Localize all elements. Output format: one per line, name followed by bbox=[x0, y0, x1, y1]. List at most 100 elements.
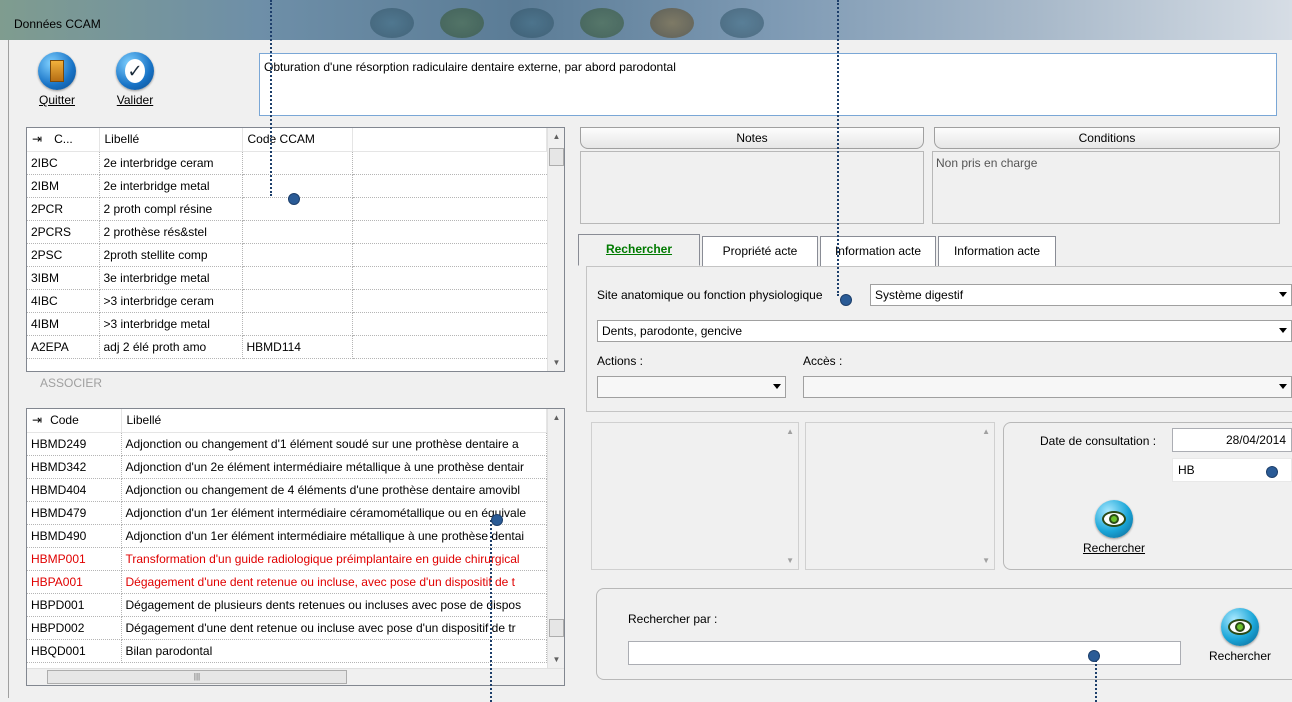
tab-information-acte-2[interactable]: Information acte bbox=[938, 236, 1056, 266]
bottom-grid-scrollbar[interactable]: ▲ ▼ bbox=[547, 409, 564, 668]
site-select-value: Système digestif bbox=[875, 288, 964, 302]
chevron-down-icon[interactable] bbox=[1279, 328, 1287, 333]
table-row[interactable]: 2IBC 2e interbridge ceram bbox=[27, 151, 547, 175]
actions-select[interactable] bbox=[597, 376, 786, 398]
chevron-down-icon[interactable] bbox=[1279, 384, 1287, 389]
scroll-up-icon[interactable]: ▲ bbox=[982, 427, 990, 436]
column-header-ccam[interactable]: Code CCAM bbox=[242, 128, 353, 152]
chevron-down-icon[interactable] bbox=[1279, 292, 1287, 297]
annotation-dot bbox=[288, 193, 300, 205]
scroll-down-icon[interactable]: ▼ bbox=[982, 556, 990, 565]
cell-empty bbox=[352, 151, 547, 175]
scroll-down-icon[interactable]: ▼ bbox=[786, 556, 794, 565]
bottom-grid-hscrollbar[interactable]: ||| bbox=[27, 668, 564, 685]
cell-code: A2EPA bbox=[27, 335, 100, 359]
scroll-up-icon[interactable]: ▲ bbox=[548, 128, 564, 145]
cell-label: 2e interbridge metal bbox=[99, 174, 243, 198]
search-by-button[interactable]: Rechercher bbox=[1198, 608, 1282, 663]
taskbar-blob bbox=[580, 8, 624, 38]
window-title: Données CCAM bbox=[14, 17, 101, 31]
cell-code: HBPD002 bbox=[27, 616, 122, 640]
act-description[interactable]: Obturation d'une résorption radiculaire … bbox=[259, 53, 1277, 116]
search-by-panel bbox=[596, 588, 1292, 680]
column-header-code[interactable]: ⇥ Code bbox=[27, 409, 122, 433]
annotation-line bbox=[837, 0, 839, 296]
scroll-thumb[interactable] bbox=[549, 619, 564, 637]
actions-label: Actions : bbox=[597, 354, 644, 368]
annotation-line bbox=[270, 0, 272, 196]
cell-empty bbox=[352, 266, 547, 290]
cell-ccam: HBMD114 bbox=[242, 335, 353, 359]
result-list-2[interactable]: ▲ ▼ bbox=[805, 422, 995, 570]
door-icon bbox=[38, 52, 76, 90]
table-row[interactable]: 2PCRS 2 prothèse rés&stel bbox=[27, 220, 547, 244]
top-grid[interactable]: ⇥ C... Libellé Code CCAM 2IBC 2e interbrid… bbox=[26, 127, 565, 372]
column-header-label[interactable]: Libellé bbox=[99, 128, 243, 152]
annotation-dot bbox=[491, 514, 503, 526]
cell-label: 2proth stellite comp bbox=[99, 243, 243, 267]
scroll-down-icon[interactable]: ▼ bbox=[548, 354, 564, 371]
hscroll-thumb[interactable]: ||| bbox=[47, 670, 347, 684]
scroll-up-icon[interactable]: ▲ bbox=[548, 409, 564, 426]
column-header-label[interactable]: Libellé bbox=[121, 409, 547, 433]
table-row[interactable]: 3IBM 3e interbridge metal bbox=[27, 266, 547, 290]
table-row[interactable]: HBPD002 Dégagement d'une dent retenue ou … bbox=[27, 616, 547, 640]
table-row[interactable]: 2IBM 2e interbridge metal bbox=[27, 174, 547, 198]
access-label: Accès : bbox=[803, 354, 843, 368]
cell-label: >3 interbridge metal bbox=[99, 312, 243, 336]
table-row[interactable]: A2EPA adj 2 élé proth amo HBMD114 bbox=[27, 335, 547, 359]
site-select[interactable]: Système digestif bbox=[870, 284, 1292, 306]
cell-code: 2PCRS bbox=[27, 220, 100, 244]
access-select[interactable] bbox=[803, 376, 1292, 398]
table-row[interactable]: HBQD001 Bilan parodontal bbox=[27, 639, 547, 663]
check-icon: ✓ bbox=[116, 52, 154, 90]
cell-label: Adjonction d'un 1er élément intermédiair… bbox=[121, 501, 547, 525]
notes-panel bbox=[580, 151, 924, 224]
table-row[interactable]: 2PSC 2proth stellite comp bbox=[27, 243, 547, 267]
column-header-code[interactable]: ⇥ C... bbox=[27, 128, 100, 152]
cell-label: Dégagement d'une dent retenue ou incluse… bbox=[121, 570, 547, 594]
table-row[interactable]: HBMD490 Adjonction d'un 1er élément inter… bbox=[27, 524, 547, 548]
chevron-down-icon[interactable] bbox=[773, 384, 781, 389]
subsite-select[interactable]: Dents, parodonte, gencive bbox=[597, 320, 1292, 342]
cell-ccam bbox=[242, 312, 353, 336]
scroll-up-icon[interactable]: ▲ bbox=[786, 427, 794, 436]
quit-button-label: Quitter bbox=[38, 93, 75, 107]
scroll-down-icon[interactable]: ▼ bbox=[548, 651, 564, 668]
bottom-grid[interactable]: ⇥ Code Libellé HBMD249 Adjonction ou chang… bbox=[26, 408, 565, 686]
consultation-date-input[interactable]: 28/04/2014 bbox=[1172, 428, 1292, 452]
taskbar-blob bbox=[650, 8, 694, 38]
table-row[interactable]: HBPD001 Dégagement de plusieurs dents ret… bbox=[27, 593, 547, 617]
top-grid-scrollbar[interactable]: ▲ ▼ bbox=[547, 128, 564, 371]
cell-code: HBMD342 bbox=[27, 455, 122, 479]
table-row[interactable]: HBMD404 Adjonction ou changement de 4 élé… bbox=[27, 478, 547, 502]
tab-rechercher[interactable]: Rechercher bbox=[578, 234, 700, 266]
table-row[interactable]: 4IBM >3 interbridge metal bbox=[27, 312, 547, 336]
taskbar-blob bbox=[720, 8, 764, 38]
validate-button[interactable]: ✓ Valider bbox=[104, 52, 166, 107]
table-row[interactable]: HBMD342 Adjonction d'un 2e élément interm… bbox=[27, 455, 547, 479]
table-row[interactable]: HBMD479 Adjonction d'un 1er élément inter… bbox=[27, 501, 547, 525]
table-row[interactable]: HBMD249 Adjonction ou changement d'1 élém… bbox=[27, 432, 547, 456]
cell-ccam bbox=[242, 266, 353, 290]
conditions-panel: Non pris en charge bbox=[932, 151, 1280, 224]
cell-label: >3 interbridge ceram bbox=[99, 289, 243, 313]
taskbar-blob bbox=[370, 8, 414, 38]
cell-empty bbox=[352, 312, 547, 336]
scroll-thumb[interactable] bbox=[549, 148, 564, 166]
consultation-search-label: Rechercher bbox=[1082, 541, 1146, 555]
search-by-label: Rechercher par : bbox=[628, 612, 718, 626]
table-row[interactable]: 2PCR 2 proth compl résine bbox=[27, 197, 547, 221]
cell-code: HBPD001 bbox=[27, 593, 122, 617]
quit-button[interactable]: Quitter bbox=[26, 52, 88, 107]
cell-label: Adjonction ou changement de 4 éléments d… bbox=[121, 478, 547, 502]
conditions-header: Conditions bbox=[934, 127, 1280, 149]
consultation-search-button[interactable]: Rechercher bbox=[1072, 500, 1156, 555]
table-row[interactable]: HBPA001 Dégagement d'une dent retenue ou … bbox=[27, 570, 547, 594]
taskbar-blob bbox=[510, 8, 554, 38]
table-row[interactable]: 4IBC >3 interbridge ceram bbox=[27, 289, 547, 313]
table-row[interactable]: HBMP001 Transformation d'un guide radiolo… bbox=[27, 547, 547, 571]
result-list-1[interactable]: ▲ ▼ bbox=[591, 422, 799, 570]
associate-button[interactable]: ASSOCIER bbox=[40, 376, 102, 390]
tab-propriete-acte[interactable]: Propriété acte bbox=[702, 236, 818, 266]
